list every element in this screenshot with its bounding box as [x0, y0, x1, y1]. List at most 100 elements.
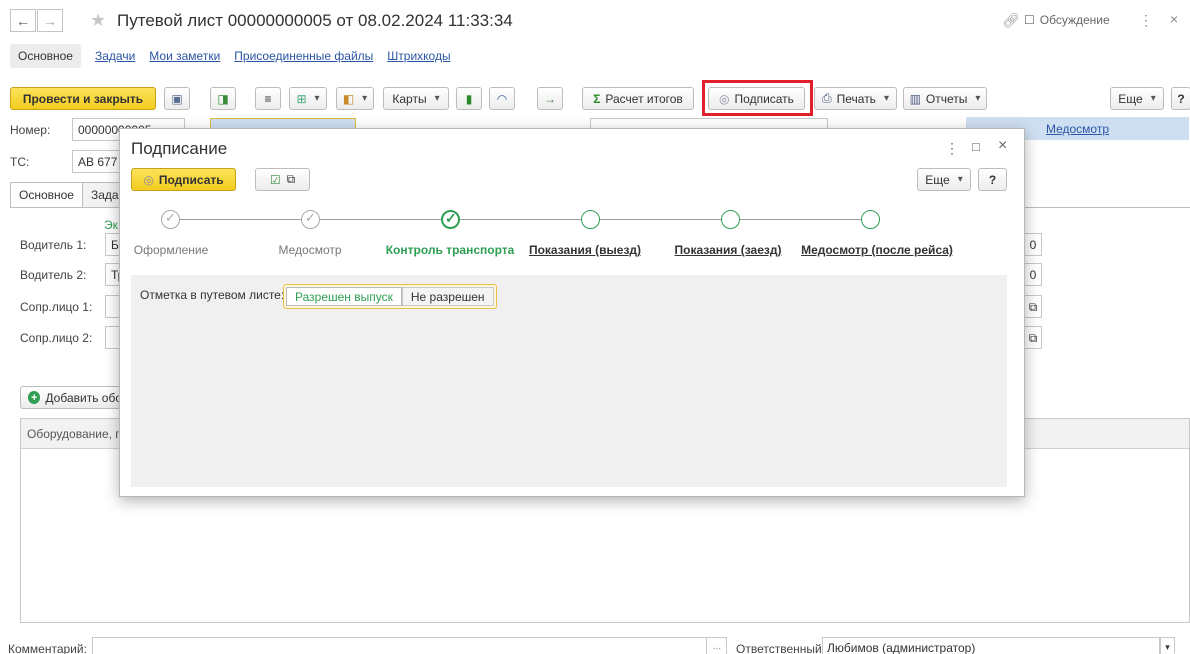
create-based-on-button[interactable]: ⊞	[289, 87, 327, 110]
discussion-button[interactable]: ☐ Обсуждение	[1024, 13, 1110, 27]
dialog-more-button[interactable]: Еще	[917, 168, 971, 191]
medosmotr-link[interactable]: Медосмотр	[1046, 122, 1109, 136]
structure-icon: ◧	[342, 91, 355, 106]
ek-fragment: Эк	[104, 218, 118, 232]
speedometer-button[interactable]: ◠	[489, 87, 515, 110]
check-icon: ✓	[305, 210, 316, 225]
tab-notes[interactable]: Мои заметки	[149, 49, 220, 63]
help-label: ?	[1177, 91, 1185, 106]
printer-icon: ⎙	[822, 91, 832, 105]
maps-label: Карты	[392, 91, 427, 106]
step-label-design: Оформление	[133, 243, 209, 257]
print-button[interactable]: ⎙ Печать	[814, 87, 897, 110]
dialog-maximize-icon[interactable]: □	[972, 139, 980, 154]
dialog-more-menu-icon[interactable]: ⋮	[945, 140, 959, 157]
driver1-label: Водитель 1:	[20, 238, 87, 252]
comment-field[interactable]	[92, 637, 727, 654]
post-and-close-button[interactable]: Провести и закрыть	[10, 87, 156, 110]
reports-button[interactable]: ▥ Отчеты	[903, 87, 987, 110]
check-icon: ✓	[165, 210, 176, 225]
maps-button[interactable]: Карты	[383, 87, 449, 110]
top-tabs: Основное Задачи Мои заметки Присоединенн…	[10, 43, 451, 68]
dialog-sign-label: Подписать	[158, 172, 224, 187]
responsible-field[interactable]: Любимов (администратор)	[822, 637, 1160, 654]
dialog-more-label: Еще	[925, 172, 950, 187]
tab-barcodes[interactable]: Штрихкоды	[387, 49, 450, 63]
dialog-sign-button[interactable]: ◎ Подписать	[131, 168, 236, 191]
structure-button[interactable]: ◧	[336, 87, 374, 110]
calc-totals-label: Расчет итогов	[605, 91, 683, 106]
dialog-close-icon[interactable]: ×	[998, 137, 1007, 155]
side-value-1[interactable]: 0	[1024, 233, 1042, 256]
step-marker-medosmotr: ✓	[301, 210, 320, 229]
step-content-panel: Отметка в путевом листе: Разрешен выпуск…	[131, 275, 1007, 487]
open-icon-2[interactable]: ⧉	[1024, 326, 1042, 349]
step-connector	[460, 219, 590, 220]
tab-attached-files[interactable]: Присоединенные файлы	[234, 49, 373, 63]
signing-dialog: Подписание ⋮ □ × ◎ Подписать ☑ ⧉ Еще ? ✓…	[119, 128, 1025, 497]
comment-expand-button[interactable]: ...	[706, 637, 727, 654]
reports-icon: ▥	[909, 91, 921, 106]
dialog-help-button[interactable]: ?	[978, 168, 1007, 191]
speedometer-icon: ◠	[496, 91, 508, 106]
sign-icon: ◎	[719, 91, 730, 106]
step-connector	[180, 219, 310, 220]
post-button[interactable]: ◨	[210, 87, 236, 110]
dialog-tools-group: ☑ ⧉	[255, 168, 310, 191]
more-label: Еще	[1118, 91, 1143, 106]
chat-icon: ☐	[1024, 13, 1035, 27]
forward-button[interactable]: →	[37, 9, 63, 32]
back-button[interactable]: ←	[10, 9, 36, 32]
more-button[interactable]: Еще	[1110, 87, 1164, 110]
sigma-icon: Σ	[593, 91, 601, 106]
phone-icon: ▮	[465, 91, 473, 106]
option-release-denied[interactable]: Не разрешен	[401, 287, 494, 306]
number-label: Номер:	[10, 123, 51, 137]
favorite-star-icon[interactable]: ★	[90, 10, 106, 31]
help-button[interactable]: ?	[1171, 87, 1190, 110]
arrow-right-icon: →	[43, 12, 57, 29]
side-value-2[interactable]: 0	[1024, 263, 1042, 286]
copy-icon[interactable]: ⧉	[287, 172, 296, 187]
open-icon-1[interactable]: ⧉	[1024, 295, 1042, 318]
step-label-post-trip-medosmotr[interactable]: Медосмотр (после рейса)	[801, 243, 953, 257]
sign-button[interactable]: ◎ Подписать	[708, 87, 805, 110]
phone-button[interactable]: ▮	[456, 87, 482, 110]
arrow-left-icon: ←	[16, 12, 30, 29]
option-release-allowed[interactable]: Разрешен выпуск	[286, 287, 402, 306]
form-tab-main[interactable]: Основное	[10, 182, 83, 208]
comment-label: Комментарий:	[8, 642, 87, 654]
document-list-button[interactable]: ≡	[255, 87, 281, 110]
close-icon[interactable]: ×	[1170, 11, 1178, 27]
tab-tasks[interactable]: Задачи	[95, 49, 135, 63]
check-icon: ✓	[445, 210, 457, 226]
discussion-label: Обсуждение	[1039, 13, 1110, 27]
step-marker-transport-control: ✓	[441, 210, 460, 229]
add-plus-icon: +	[28, 391, 41, 404]
step-label-return-readings[interactable]: Показания (заезд)	[675, 243, 782, 257]
add-equipment-button[interactable]: + Добавить обо	[20, 386, 130, 409]
form-tabs: Основное Зада	[10, 182, 128, 208]
list-icon: ≡	[264, 91, 272, 106]
escort2-label: Сопр.лицо 2:	[20, 331, 93, 345]
tab-main[interactable]: Основное	[10, 43, 81, 68]
save-button[interactable]: ▣	[164, 87, 190, 110]
reports-label: Отчеты	[925, 91, 968, 106]
step-marker-departure-readings	[581, 210, 600, 229]
calc-totals-button[interactable]: Σ Расчет итогов	[582, 87, 694, 110]
release-mark-switch: Разрешен выпуск Не разрешен	[283, 284, 497, 309]
escort1-label: Сопр.лицо 1:	[20, 300, 93, 314]
create-based-icon: ⊞	[296, 91, 307, 106]
document-post-icon: ◨	[217, 91, 229, 106]
responsible-dropdown-icon[interactable]: ▾	[1160, 637, 1175, 654]
driver2-label: Водитель 2:	[20, 268, 87, 282]
dialog-help-label: ?	[988, 172, 997, 187]
step-label-departure-readings[interactable]: Показания (выезд)	[529, 243, 641, 257]
responsible-label: Ответственный:	[736, 642, 826, 654]
link-icon[interactable]: 🔗︎	[1002, 12, 1020, 29]
check-document-icon[interactable]: ☑	[270, 173, 281, 187]
window-title: Путевой лист 00000000005 от 08.02.2024 1…	[117, 11, 513, 30]
more-menu-icon[interactable]: ⋮	[1139, 12, 1153, 29]
goto-button[interactable]: →	[537, 87, 563, 110]
ts-field[interactable]: АВ 677	[72, 150, 122, 173]
